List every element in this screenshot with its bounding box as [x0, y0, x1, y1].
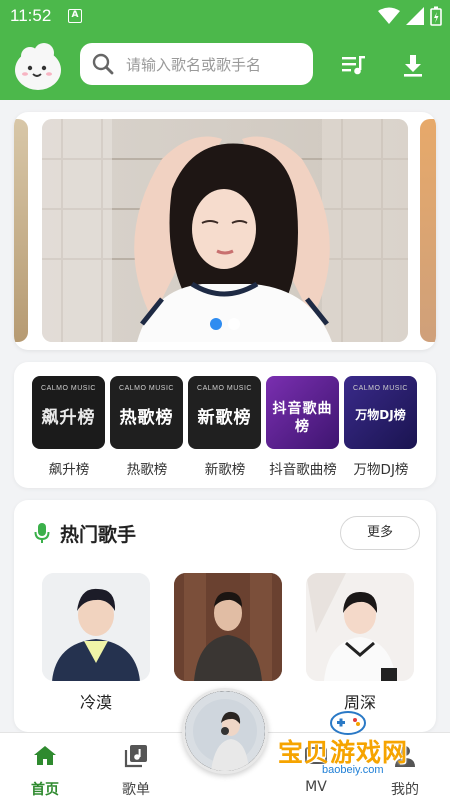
nav-label: 首页 [31, 782, 59, 798]
playlist-icon [124, 745, 147, 768]
banner-carousel[interactable] [14, 112, 436, 350]
ranking-item-new[interactable]: CALMO MUSIC 新歌榜 新歌榜 [188, 376, 262, 478]
ranking-cover: 抖音歌曲榜 [266, 376, 339, 449]
ranking-cover-brand: CALMO MUSIC [41, 385, 96, 392]
singer-portrait [306, 573, 414, 681]
ranking-cover-brand: CALMO MUSIC [353, 385, 408, 392]
ranking-cover-title: 万物DJ榜 [355, 408, 406, 422]
nav-home[interactable]: 首页 [5, 743, 85, 799]
battery-icon [430, 6, 442, 26]
singer-card[interactable] [174, 573, 282, 689]
app-header: 请输入歌名或歌手名 [0, 34, 450, 100]
nav-label: 歌单 [122, 782, 150, 798]
album-art [185, 691, 265, 771]
singer-card[interactable]: 周深 [306, 573, 414, 713]
singer-portrait [174, 573, 282, 681]
site-watermark: 宝贝游戏网 baobeiy.com [278, 708, 428, 786]
banner-prev-slide[interactable] [14, 119, 28, 342]
ranking-cover: CALMO MUSIC 热歌榜 [110, 376, 183, 449]
singer-photo [42, 573, 150, 681]
ranking-cover-brand: CALMO MUSIC [197, 385, 252, 392]
ranking-item-surge[interactable]: CALMO MUSIC 飙升榜 飙升榜 [32, 376, 106, 478]
playlist-queue-icon[interactable] [340, 52, 366, 78]
nav-playlist[interactable]: 歌单 [96, 743, 176, 799]
banner-image[interactable] [42, 119, 408, 342]
ranking-cover: CALMO MUSIC 飙升榜 [32, 376, 105, 449]
notification-a-icon: A [68, 9, 82, 23]
microphone-icon [34, 523, 50, 543]
app-logo[interactable] [12, 42, 64, 92]
carousel-indicator [210, 318, 240, 330]
ranking-item-douyin[interactable]: 抖音歌曲榜 抖音歌曲榜 [266, 376, 340, 478]
ranking-cover: CALMO MUSIC 新歌榜 [188, 376, 261, 449]
ranking-item-dj[interactable]: CALMO MUSIC 万物DJ榜 万物DJ榜 [344, 376, 418, 478]
status-time: 11:52 [10, 6, 52, 25]
ranking-cover: CALMO MUSIC 万物DJ榜 [344, 376, 417, 449]
more-button[interactable]: 更多 [340, 516, 420, 550]
carousel-dot[interactable] [228, 318, 240, 330]
search-placeholder: 请输入歌名或歌手名 [126, 56, 262, 74]
ranking-label: 新歌榜 [204, 462, 246, 478]
ranking-label: 飙升榜 [48, 462, 90, 478]
now-playing-disc[interactable] [182, 688, 268, 774]
banner-next-slide[interactable] [420, 119, 436, 342]
singer-name: 冷漠 [79, 693, 112, 712]
system-icons [378, 6, 442, 26]
ranking-cover-brand: CALMO MUSIC [119, 385, 174, 392]
ranking-list: CALMO MUSIC 飙升榜 飙升榜 CALMO MUSIC 热歌榜 热歌榜 … [14, 362, 436, 488]
singer-portrait [42, 573, 150, 681]
ranking-cover-title: 新歌榜 [197, 408, 252, 428]
app-logo-icon [15, 43, 61, 90]
ranking-cover-title: 飙升榜 [41, 408, 96, 428]
download-icon[interactable] [400, 52, 426, 78]
ranking-cover-title: 抖音歌曲榜 [272, 401, 333, 435]
watermark-url: baobeiy.com [318, 764, 388, 776]
carousel-dot-active[interactable] [210, 318, 222, 330]
ranking-item-hot[interactable]: CALMO MUSIC 热歌榜 热歌榜 [110, 376, 184, 478]
ranking-label: 热歌榜 [126, 462, 168, 478]
wifi-icon [378, 7, 400, 24]
search-icon [92, 53, 114, 75]
ranking-label: 万物DJ榜 [353, 462, 409, 478]
ranking-label: 抖音歌曲榜 [269, 462, 337, 478]
home-icon [34, 746, 56, 765]
search-bar[interactable]: 请输入歌名或歌手名 [80, 43, 313, 85]
section-title: 热门歌手 [60, 524, 137, 546]
singer-card[interactable]: 冷漠 [42, 573, 150, 713]
singer-photo [306, 573, 414, 681]
singer-photo [174, 573, 282, 681]
status-bar: 11:52 A [0, 0, 450, 34]
ranking-cover-title: 热歌榜 [119, 408, 174, 428]
signal-icon [406, 7, 424, 25]
banner-photo [42, 119, 408, 342]
